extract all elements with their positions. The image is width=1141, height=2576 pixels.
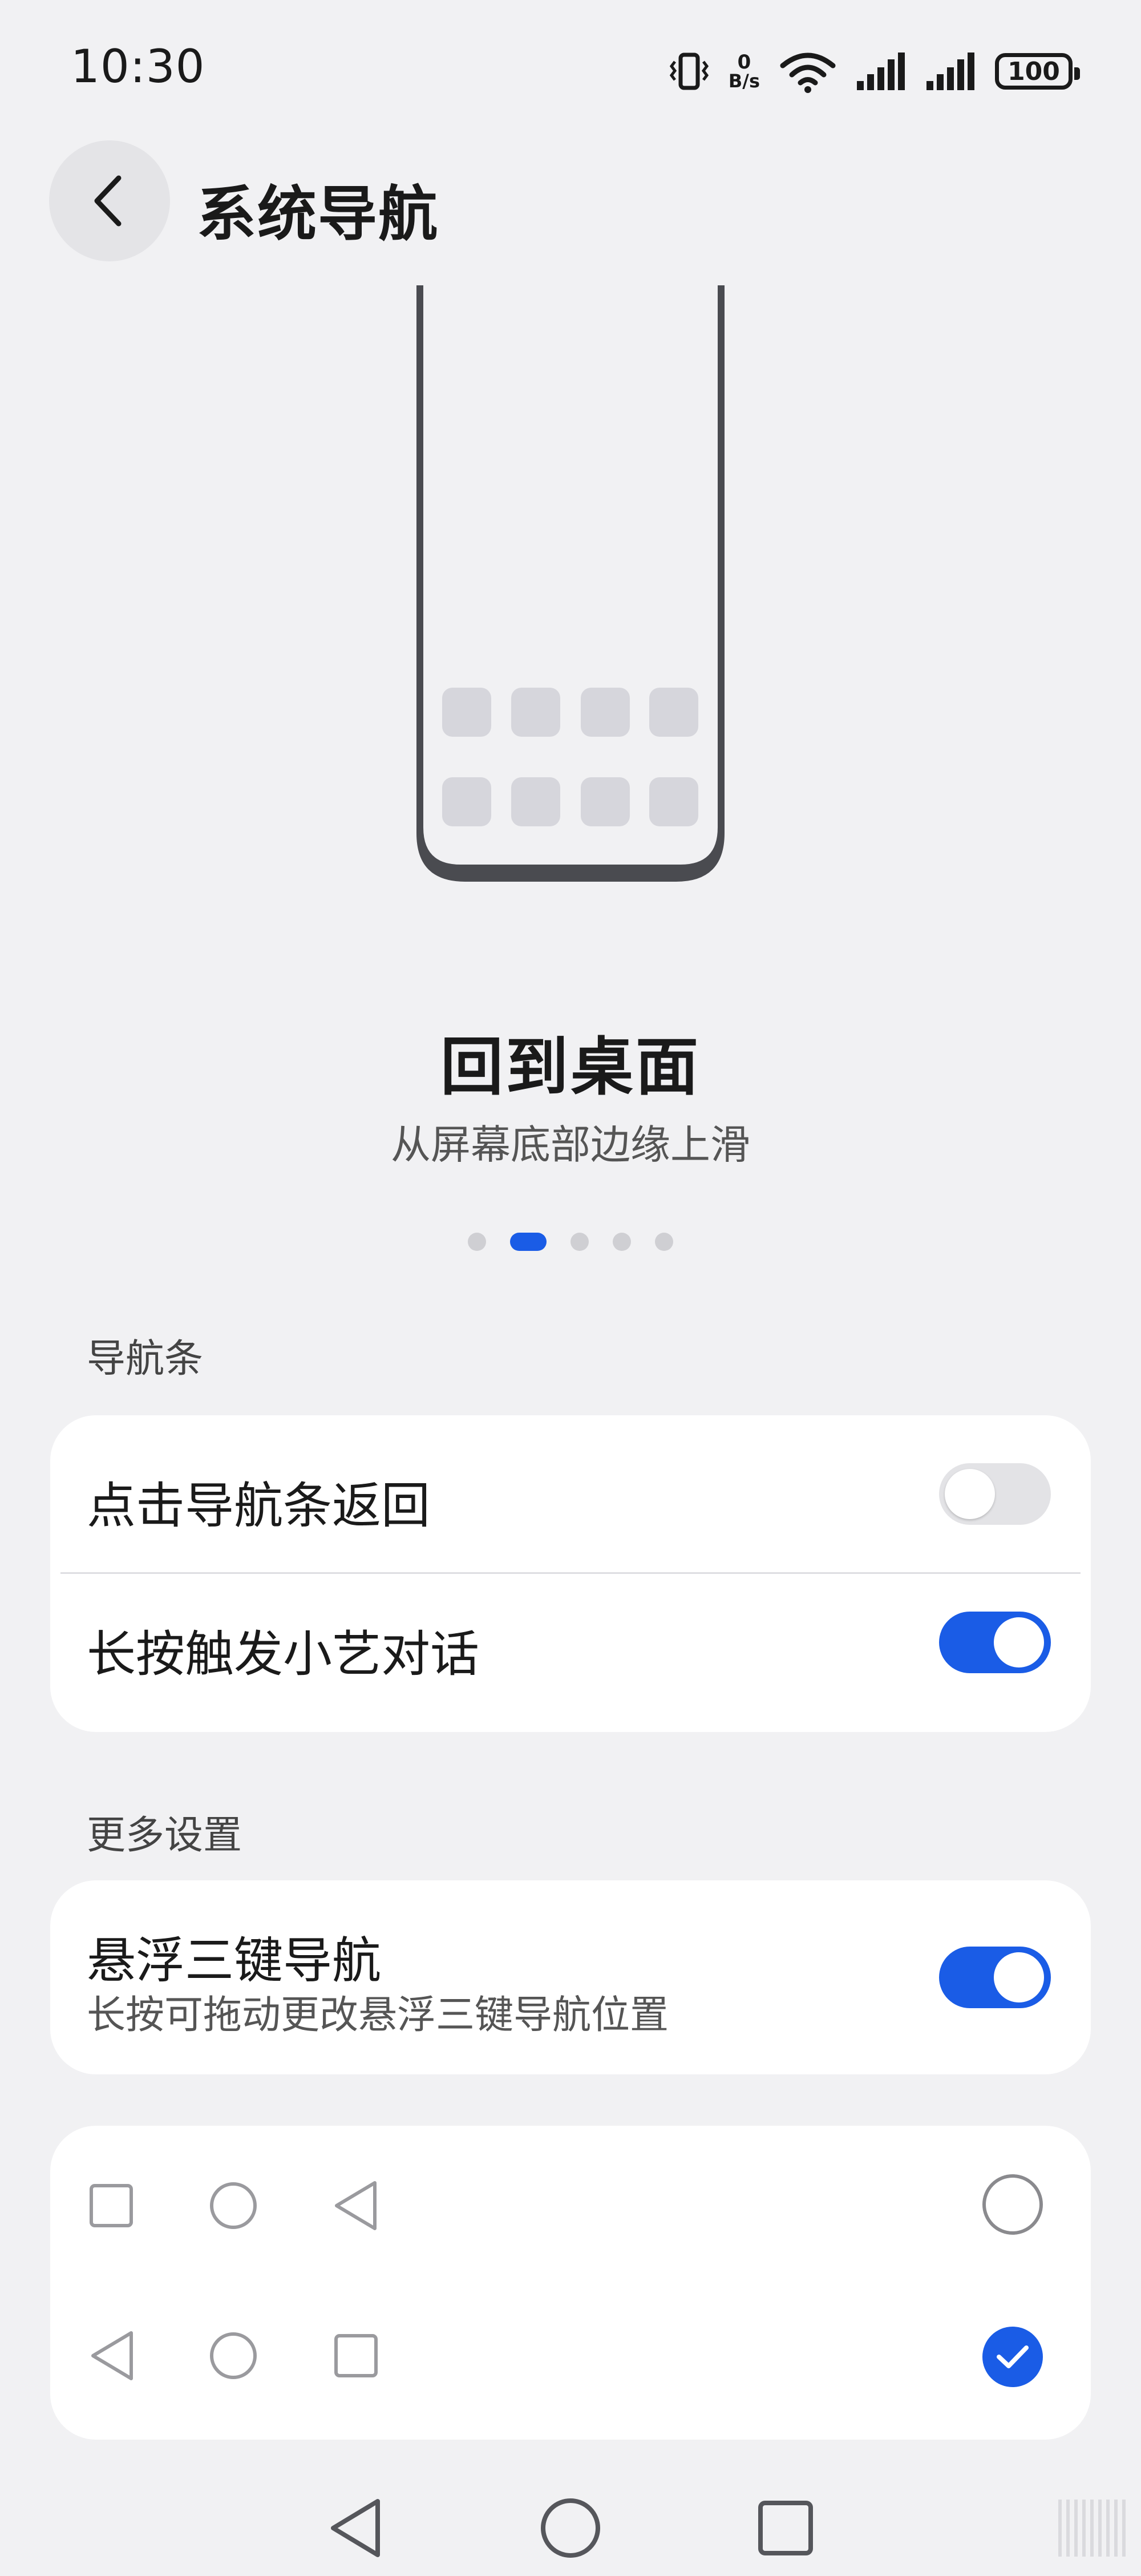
chevron-left-icon — [94, 175, 122, 227]
battery-icon: 100 — [995, 53, 1080, 90]
back-button[interactable] — [49, 140, 170, 261]
page-title: 系统导航 — [197, 179, 439, 249]
net-speed-unit: B/s — [728, 70, 760, 92]
floating-nav-title: 悬浮三键导航 — [87, 1932, 381, 1989]
floating-nav-card: 悬浮三键导航 长按可拖动更改悬浮三键导航位置 — [50, 1880, 1091, 2074]
section-label-nav-bar: 导航条 — [87, 1337, 204, 1382]
setting-row-tap-back[interactable]: 点击导航条返回 — [50, 1415, 1091, 1572]
watermark-pattern — [1058, 2500, 1127, 2557]
nav-bar-settings-card: 点击导航条返回 长按触发小艺对话 — [50, 1415, 1091, 1732]
back-triangle-icon — [331, 2499, 380, 2557]
triangle-left-icon — [91, 2331, 133, 2380]
page-dot-active[interactable] — [510, 1233, 547, 1251]
wifi-icon — [780, 53, 836, 93]
triangle-left-icon — [335, 2181, 377, 2230]
layout-option-1[interactable] — [50, 2126, 1091, 2283]
battery-level: 100 — [1008, 56, 1060, 86]
setting-label: 长按触发小艺对话 — [87, 1626, 479, 1683]
page-indicator[interactable] — [0, 1233, 1141, 1251]
vibrate-icon — [669, 53, 709, 90]
square-icon — [90, 2184, 133, 2227]
status-icons: 0 B/s 100 — [669, 46, 1080, 97]
net-speed-value: 0 — [737, 51, 751, 74]
system-nav-back[interactable] — [325, 2488, 388, 2568]
system-navigation-page: 10:30 0 B/s 100 系统导航 回到桌面 从屏幕底部边缘上滑 导航条 … — [0, 0, 1141, 2576]
page-dot[interactable] — [468, 1233, 486, 1251]
layout-option-2-icons — [91, 2331, 378, 2380]
layout-option-1-radio[interactable] — [982, 2174, 1043, 2235]
gesture-title: 回到桌面 — [440, 1031, 701, 1104]
signal-icon — [857, 53, 905, 90]
key-layout-card — [50, 2126, 1091, 2440]
setting-label: 点击导航条返回 — [87, 1477, 430, 1535]
floating-nav-subtitle: 长按可拖动更改悬浮三键导航位置 — [87, 1993, 669, 2038]
home-circle-icon — [541, 2498, 600, 2558]
tap-back-toggle[interactable] — [939, 1463, 1051, 1525]
long-press-assistant-toggle[interactable] — [939, 1612, 1051, 1673]
layout-option-2-radio-checked[interactable] — [982, 2327, 1043, 2387]
net-speed-icon: 0 B/s — [729, 53, 760, 90]
section-label-more-settings: 更多设置 — [87, 1813, 242, 1858]
phone-illustration — [416, 285, 725, 882]
circle-icon — [210, 2332, 257, 2379]
setting-row-long-press-assistant[interactable]: 长按触发小艺对话 — [50, 1574, 1091, 1732]
circle-icon — [210, 2182, 257, 2229]
signal-icon — [926, 53, 974, 90]
square-icon — [334, 2334, 378, 2377]
page-dot[interactable] — [570, 1233, 589, 1251]
checkmark-icon — [997, 2345, 1029, 2368]
setting-row-floating-nav[interactable]: 悬浮三键导航 长按可拖动更改悬浮三键导航位置 — [50, 1880, 1091, 2074]
layout-option-2[interactable] — [50, 2283, 1091, 2440]
page-dot[interactable] — [655, 1233, 673, 1251]
system-nav-recents[interactable] — [757, 2488, 814, 2568]
recents-square-icon — [758, 2501, 813, 2555]
system-nav-home[interactable] — [539, 2488, 602, 2568]
page-dot[interactable] — [613, 1233, 631, 1251]
status-time: 10:30 — [71, 40, 205, 93]
layout-option-1-icons — [90, 2181, 377, 2230]
floating-nav-toggle[interactable] — [939, 1947, 1051, 2008]
gesture-subtitle: 从屏幕底部边缘上滑 — [391, 1121, 750, 1168]
